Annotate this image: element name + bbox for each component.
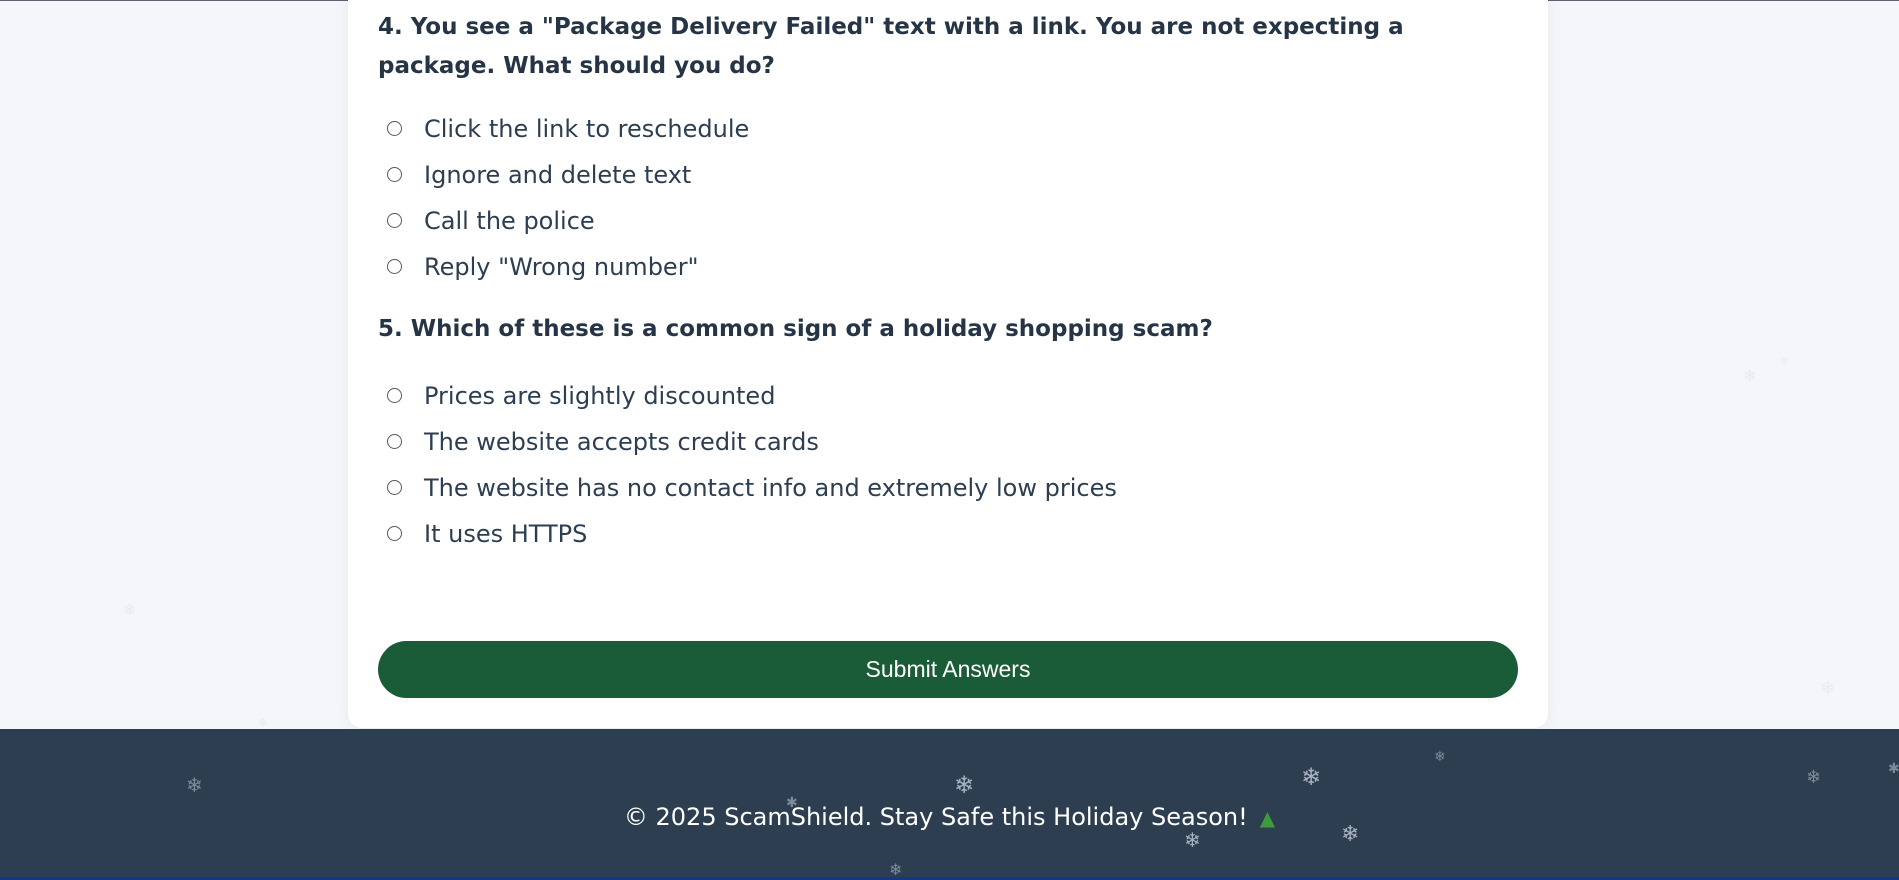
radio-button[interactable] — [387, 166, 402, 182]
snowflake-icon: ❄ — [1806, 767, 1822, 788]
answer-option[interactable]: Ignore and delete text — [378, 152, 1518, 198]
question-4: 4. You see a "Package Delivery Failed" t… — [378, 8, 1518, 290]
answer-option[interactable]: It uses HTTPS — [378, 511, 1518, 557]
radio-button[interactable] — [387, 120, 402, 136]
snowflake-icon: ❄ — [1780, 356, 1789, 367]
submit-answers-button[interactable]: Submit Answers — [378, 641, 1518, 698]
option-list: Prices are slightly discounted The websi… — [378, 373, 1518, 557]
question-title: 4. You see a "Package Delivery Failed" t… — [378, 14, 1404, 79]
quiz-card: 4. You see a "Package Delivery Failed" t… — [348, 0, 1548, 728]
christmas-tree-icon: ▲ — [1259, 806, 1276, 830]
answer-option[interactable]: The website has no contact info and extr… — [378, 465, 1518, 511]
snowflake-icon: ❄ — [1301, 763, 1322, 791]
radio-button[interactable] — [387, 387, 402, 403]
answer-option[interactable]: Call the police — [378, 198, 1518, 244]
answer-option[interactable]: Prices are slightly discounted — [378, 373, 1518, 419]
option-label[interactable]: Reply "Wrong number" — [424, 244, 699, 290]
snowflake-icon: ❄ — [954, 771, 975, 799]
option-label[interactable]: It uses HTTPS — [424, 511, 587, 557]
radio-button[interactable] — [387, 258, 402, 274]
snowflake-icon: ❄ — [123, 600, 137, 619]
question-title: 5. Which of these is a common sign of a … — [378, 316, 1213, 342]
answer-option[interactable]: Click the link to reschedule — [378, 106, 1518, 152]
option-label[interactable]: The website accepts credit cards — [424, 419, 819, 465]
footer: ❄ ❄ ✱ ❄ ❄ ❄ ✱ ❄ ❄ ❄ © 2025 ScamShield. S… — [0, 729, 1899, 880]
footer-copyright: © 2025 ScamShield. Stay Safe this Holida… — [0, 801, 1899, 834]
option-label[interactable]: Prices are slightly discounted — [424, 373, 775, 419]
radio-button[interactable] — [387, 212, 402, 228]
radio-button[interactable] — [387, 479, 402, 495]
option-label[interactable]: Ignore and delete text — [424, 152, 691, 198]
snowflake-icon: ❄ — [186, 773, 203, 797]
snowflake-icon: ❄ — [1820, 678, 1836, 699]
answer-option[interactable]: Reply "Wrong number" — [378, 244, 1518, 290]
option-label[interactable]: The website has no contact info and extr… — [424, 465, 1117, 511]
snowflake-icon: ❄ — [1434, 749, 1446, 765]
option-label[interactable]: Call the police — [424, 198, 595, 244]
question-5: 5. Which of these is a common sign of a … — [378, 310, 1518, 557]
option-label[interactable]: Click the link to reschedule — [424, 106, 749, 152]
snowflake-icon: ❄ — [1743, 366, 1757, 385]
snowflake-icon: ❄ — [889, 860, 903, 879]
snowflake-icon: ❄ — [258, 716, 269, 730]
footer-copyright-text: © 2025 ScamShield. Stay Safe this Holida… — [623, 803, 1248, 831]
answer-option[interactable]: The website accepts credit cards — [378, 419, 1518, 465]
option-list: Click the link to reschedule Ignore and … — [378, 106, 1518, 290]
radio-button[interactable] — [387, 433, 402, 449]
snowflake-icon: ✱ — [1888, 761, 1899, 777]
page: ❄ ❄ ❄ ❄ ❄ ✱ ✱ 4. You see a "Package Deli… — [0, 0, 1899, 880]
radio-button[interactable] — [387, 525, 402, 541]
